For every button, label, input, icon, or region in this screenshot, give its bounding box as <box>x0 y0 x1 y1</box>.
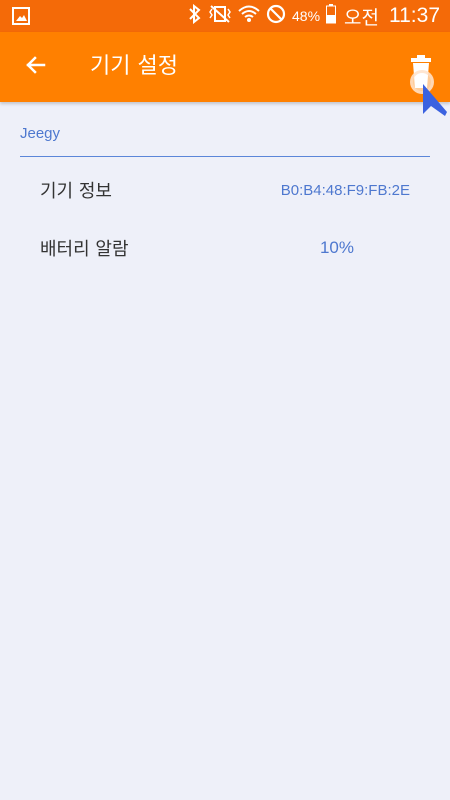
status-ampm: 오전 <box>344 7 379 29</box>
do-not-disturb-icon <box>266 4 286 29</box>
back-button[interactable] <box>14 45 58 89</box>
status-bar: 48% 오전 11:37 <box>0 0 450 32</box>
arrow-left-icon <box>24 53 48 81</box>
vibrate-icon <box>208 4 232 29</box>
device-info-label: 기기 정보 <box>40 181 112 202</box>
page-title: 기기 설정 <box>90 54 178 79</box>
battery-icon <box>326 3 337 29</box>
image-icon <box>12 7 30 29</box>
bluetooth-icon <box>188 3 202 29</box>
device-info-row[interactable]: 기기 정보 B0:B4:48:F9:FB:2E <box>20 162 430 218</box>
device-name: Jeegy <box>20 125 61 142</box>
battery-alarm-label: 배터리 알람 <box>40 239 129 260</box>
status-time: 11:37 <box>389 4 440 27</box>
battery-alarm-value: 10% <box>319 238 354 257</box>
wifi-icon <box>238 4 260 29</box>
device-section-header: Jeegy <box>20 120 430 157</box>
app-bar: 기기 설정 <box>0 32 450 102</box>
battery-alarm-row[interactable]: 배터리 알람 10% <box>20 220 430 276</box>
cursor-pointer-icon <box>423 84 449 120</box>
battery-percent: 48% <box>292 8 321 24</box>
device-mac-address: B0:B4:48:F9:FB:2E <box>280 181 410 199</box>
